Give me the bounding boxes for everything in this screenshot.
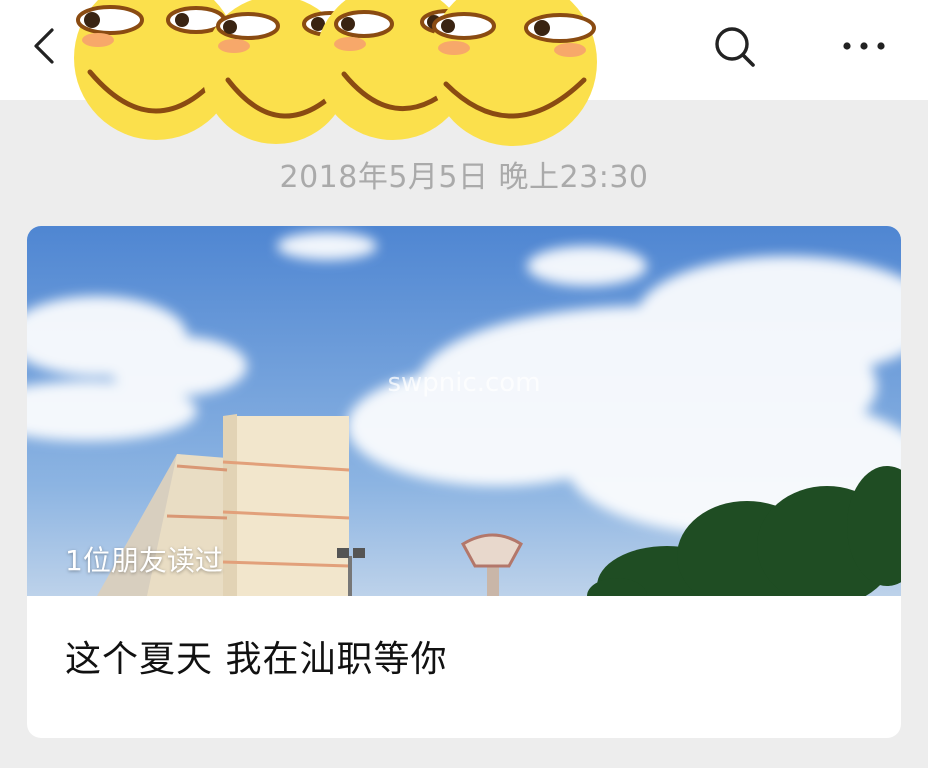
- back-button[interactable]: [28, 24, 68, 68]
- more-dots-icon: [843, 42, 885, 50]
- search-button[interactable]: [710, 22, 758, 70]
- message-timestamp: 2018年5月5日 晚上23:30: [279, 160, 649, 195]
- emoji-sticker-overlay: [74, 0, 597, 146]
- more-options-button[interactable]: [838, 30, 890, 62]
- article-card[interactable]: swpnic.com 1位朋友读过 这个夏天 我在汕职等你: [27, 226, 901, 738]
- chevron-left-icon: [34, 28, 54, 64]
- friends-read-count: 1位朋友读过: [65, 544, 223, 577]
- image-watermark: swpnic.com: [387, 368, 541, 398]
- article-title: 这个夏天 我在汕职等你: [65, 639, 448, 680]
- search-icon: [715, 27, 755, 67]
- emoji-face-4: [429, 0, 597, 146]
